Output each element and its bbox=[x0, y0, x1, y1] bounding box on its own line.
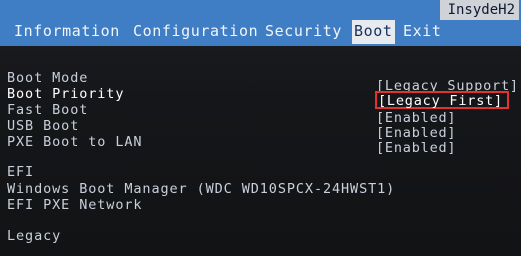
fast-boot-label[interactable]: Fast Boot bbox=[7, 102, 88, 118]
efi-section-heading: EFI bbox=[7, 164, 35, 180]
efi-boot-item[interactable]: Windows Boot Manager (WDC WD10SPCX-24HWS… bbox=[7, 181, 395, 197]
usb-boot-label[interactable]: USB Boot bbox=[7, 118, 79, 134]
usb-boot-value[interactable]: [Enabled] bbox=[376, 125, 456, 141]
pxe-boot-value[interactable]: [Enabled] bbox=[376, 140, 456, 156]
boot-mode-label[interactable]: Boot Mode bbox=[7, 70, 88, 86]
boot-settings-panel: Boot Mode [Legacy Support] Boot Priority… bbox=[0, 46, 521, 256]
tab-boot[interactable]: Boot bbox=[352, 20, 395, 44]
tab-exit[interactable]: Exit bbox=[403, 20, 442, 44]
legacy-section-heading: Legacy bbox=[7, 228, 62, 244]
fast-boot-value[interactable]: [Enabled] bbox=[376, 110, 456, 126]
vendor-label: InsydeH2 bbox=[439, 0, 519, 20]
bios-screen: InsydeH2 Information Configuration Secur… bbox=[0, 0, 521, 256]
menu-bar: Information Configuration Security Boot … bbox=[0, 20, 521, 44]
boot-priority-label[interactable]: Boot Priority bbox=[7, 86, 124, 102]
bios-header: InsydeH2 Information Configuration Secur… bbox=[0, 0, 521, 46]
tab-security[interactable]: Security bbox=[265, 20, 342, 44]
tab-configuration[interactable]: Configuration bbox=[133, 20, 258, 44]
pxe-boot-label[interactable]: PXE Boot to LAN bbox=[7, 134, 142, 150]
boot-priority-value[interactable]: [Legacy First] bbox=[378, 93, 503, 109]
tab-information[interactable]: Information bbox=[14, 20, 120, 44]
efi-boot-item[interactable]: EFI PXE Network bbox=[7, 197, 142, 213]
